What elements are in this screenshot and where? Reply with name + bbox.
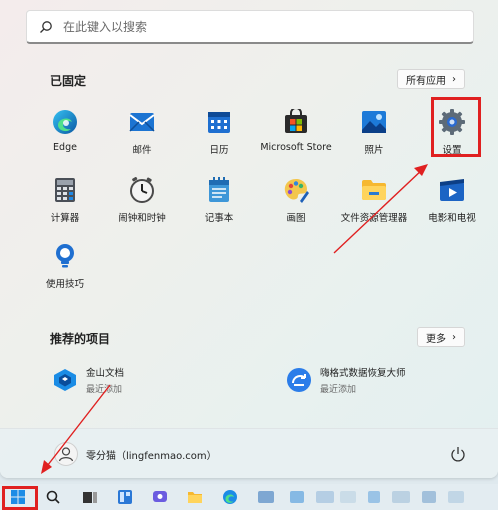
- arrowhead: [414, 164, 428, 176]
- arrow-to-settings: [333, 167, 425, 254]
- annotation-arrows: [41, 164, 428, 474]
- arrow-to-start: [43, 384, 111, 471]
